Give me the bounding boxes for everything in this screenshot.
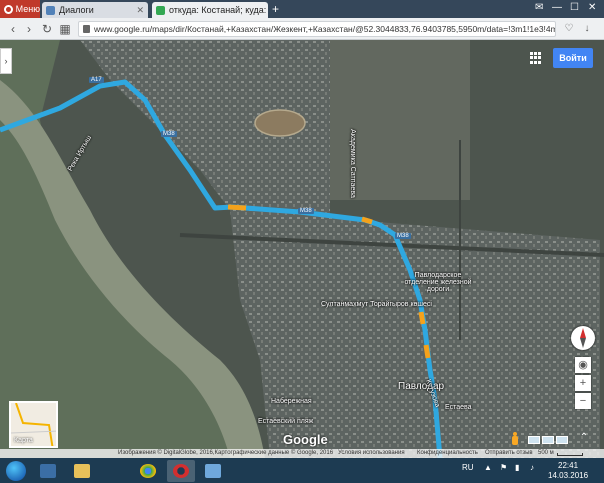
privacy-link[interactable]: Конфиденциальность [417, 450, 478, 456]
chrome-icon [140, 464, 156, 478]
new-tab-button[interactable]: + [272, 2, 279, 16]
mail-icon[interactable]: ✉ [535, 2, 543, 13]
street-label: Академика Сатпаева [348, 129, 356, 198]
folder-icon [74, 464, 90, 478]
flag-icon[interactable]: ⚑ [500, 463, 507, 472]
network-icon[interactable]: ▮ [515, 463, 519, 472]
taskbar-app-opera[interactable] [167, 460, 195, 482]
taskbar-app-chrome[interactable] [134, 460, 162, 482]
volume-icon[interactable]: ♪ [530, 463, 534, 472]
tray-expand-icon[interactable]: ▲ [484, 463, 492, 472]
zoom-out-button[interactable]: − [575, 393, 591, 409]
taskbar: RU ▲ ⚑ ▮ ♪ 22:41 14.03.2016 [0, 458, 604, 483]
address-text: www.google.ru/maps/dir/Костанай,+Казахст… [94, 24, 556, 34]
layer-toggle-label: Карта [14, 437, 33, 444]
scale-label: 500 м [538, 450, 554, 456]
apps-grid-icon[interactable] [530, 52, 542, 64]
street-label: Естаева [445, 404, 472, 411]
google-maps-favicon-icon [156, 5, 165, 15]
language-indicator[interactable]: RU [462, 463, 474, 472]
taskbar-app-file-manager[interactable] [68, 460, 96, 482]
imagery-attribution: Изображения © DigitalGlobe, 2016,Картогр… [118, 450, 334, 456]
road-shield: M38 [161, 131, 177, 137]
station-label: Павлодарское отделение железной дороги [404, 272, 472, 293]
side-panel-toggle-icon[interactable]: › [0, 48, 12, 74]
street-label: Султанмахмут Торайгыров көшесі [321, 301, 432, 308]
compass-icon[interactable] [571, 326, 595, 350]
feedback-link[interactable]: Отправить отзыв [485, 450, 533, 456]
back-icon[interactable]: ‹ [6, 22, 20, 36]
terms-link[interactable]: Условия использования [338, 450, 405, 456]
start-button[interactable] [6, 461, 26, 481]
tab-strip: Меню Диалоги ✕ откуда: Костанай; куда: Ж… [0, 0, 604, 18]
close-tab-icon[interactable]: ✕ [136, 5, 144, 16]
road-shield: А17 [89, 77, 104, 83]
attribution-bar: Изображения © DigitalGlobe, 2016,Картогр… [0, 449, 604, 458]
road-shield: M38 [298, 208, 314, 214]
my-location-icon[interactable]: ◉ [575, 357, 591, 373]
browser-menu-button[interactable]: Меню [0, 0, 40, 18]
close-window-button[interactable]: ✕ [588, 2, 596, 13]
imagery-thumbnails[interactable] [528, 436, 568, 444]
opera-logo-icon [4, 4, 13, 14]
clock-date: 14.03.2016 [548, 471, 589, 480]
vk-favicon-icon [46, 5, 55, 15]
layer-toggle[interactable]: Карта [9, 401, 58, 448]
address-toolbar: ‹ › ↻ ▦ www.google.ru/maps/dir/Костанай,… [0, 18, 604, 40]
windows-explorer-icon [40, 464, 56, 478]
forward-icon[interactable]: › [22, 22, 36, 36]
bookmark-heart-icon[interactable]: ♡ [562, 22, 576, 36]
signin-button[interactable]: Войти [553, 48, 593, 68]
minimize-button[interactable]: — [552, 2, 562, 13]
browser-menu-label: Меню [15, 4, 40, 14]
maximize-button[interactable]: ☐ [570, 2, 579, 13]
zoom-in-button[interactable]: + [575, 375, 591, 391]
map-canvas[interactable]: › Войти А17 M38 M38 M38 Река Иртыш Султа… [0, 40, 604, 458]
expand-icon[interactable]: ⌃ [574, 432, 594, 446]
download-icon[interactable]: ↓ [580, 22, 594, 36]
opera-icon [173, 464, 189, 478]
satellite-imagery [0, 40, 604, 458]
tab-label: откуда: Костанай; куда: Ж [169, 5, 268, 15]
clock-time: 22:41 [558, 461, 579, 470]
tab-google-maps[interactable]: откуда: Костанай; куда: Ж ✕ [152, 2, 268, 18]
photo-viewer-icon [205, 464, 221, 478]
city-label: Павлодар [398, 381, 445, 392]
street-view-pegman-icon[interactable] [511, 432, 519, 446]
tab-dialogs[interactable]: Диалоги ✕ [42, 2, 148, 18]
road-shield: M38 [395, 233, 411, 239]
reload-icon[interactable]: ↻ [40, 22, 54, 36]
taskbar-app-photo-viewer[interactable] [199, 460, 227, 482]
address-field[interactable]: www.google.ru/maps/dir/Костанай,+Казахст… [78, 21, 556, 37]
scale-bar [557, 453, 583, 456]
screen: Меню Диалоги ✕ откуда: Костанай; куда: Ж… [0, 0, 604, 483]
tab-label: Диалоги [59, 5, 94, 15]
embankment-label: Набережная [271, 398, 312, 405]
beach-label: Естаевский пляж [258, 418, 314, 425]
speed-dial-icon[interactable]: ▦ [58, 22, 72, 36]
google-logo: Google [283, 432, 328, 447]
clock[interactable]: 22:41 14.03.2016 [548, 461, 588, 481]
taskbar-app-windows-explorer[interactable] [34, 460, 62, 482]
lock-icon [83, 25, 90, 33]
